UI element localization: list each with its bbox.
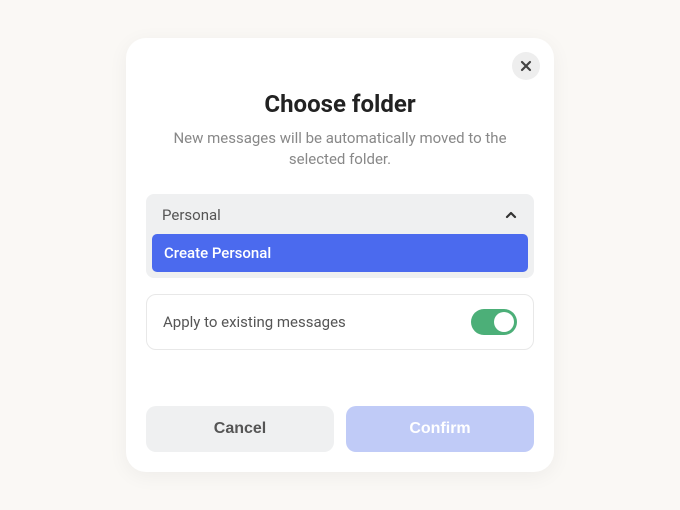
apply-existing-row: Apply to existing messages (146, 294, 534, 350)
modal-subtitle: New messages will be automatically moved… (146, 128, 534, 170)
close-button[interactable] (512, 52, 540, 80)
apply-existing-toggle[interactable] (471, 309, 517, 335)
folder-select-header[interactable]: Personal (152, 200, 528, 234)
folder-select[interactable]: Personal Create Personal (146, 194, 534, 278)
chevron-up-icon (504, 208, 518, 222)
toggle-knob (494, 312, 514, 332)
button-row: Cancel Confirm (146, 406, 534, 452)
apply-existing-label: Apply to existing messages (163, 313, 346, 331)
cancel-button[interactable]: Cancel (146, 406, 334, 452)
folder-select-value: Personal (162, 206, 221, 224)
choose-folder-modal: Choose folder New messages will be autom… (126, 38, 554, 472)
close-icon (520, 57, 532, 76)
modal-title: Choose folder (146, 90, 534, 118)
confirm-button[interactable]: Confirm (346, 406, 534, 452)
folder-select-option-create[interactable]: Create Personal (152, 234, 528, 272)
